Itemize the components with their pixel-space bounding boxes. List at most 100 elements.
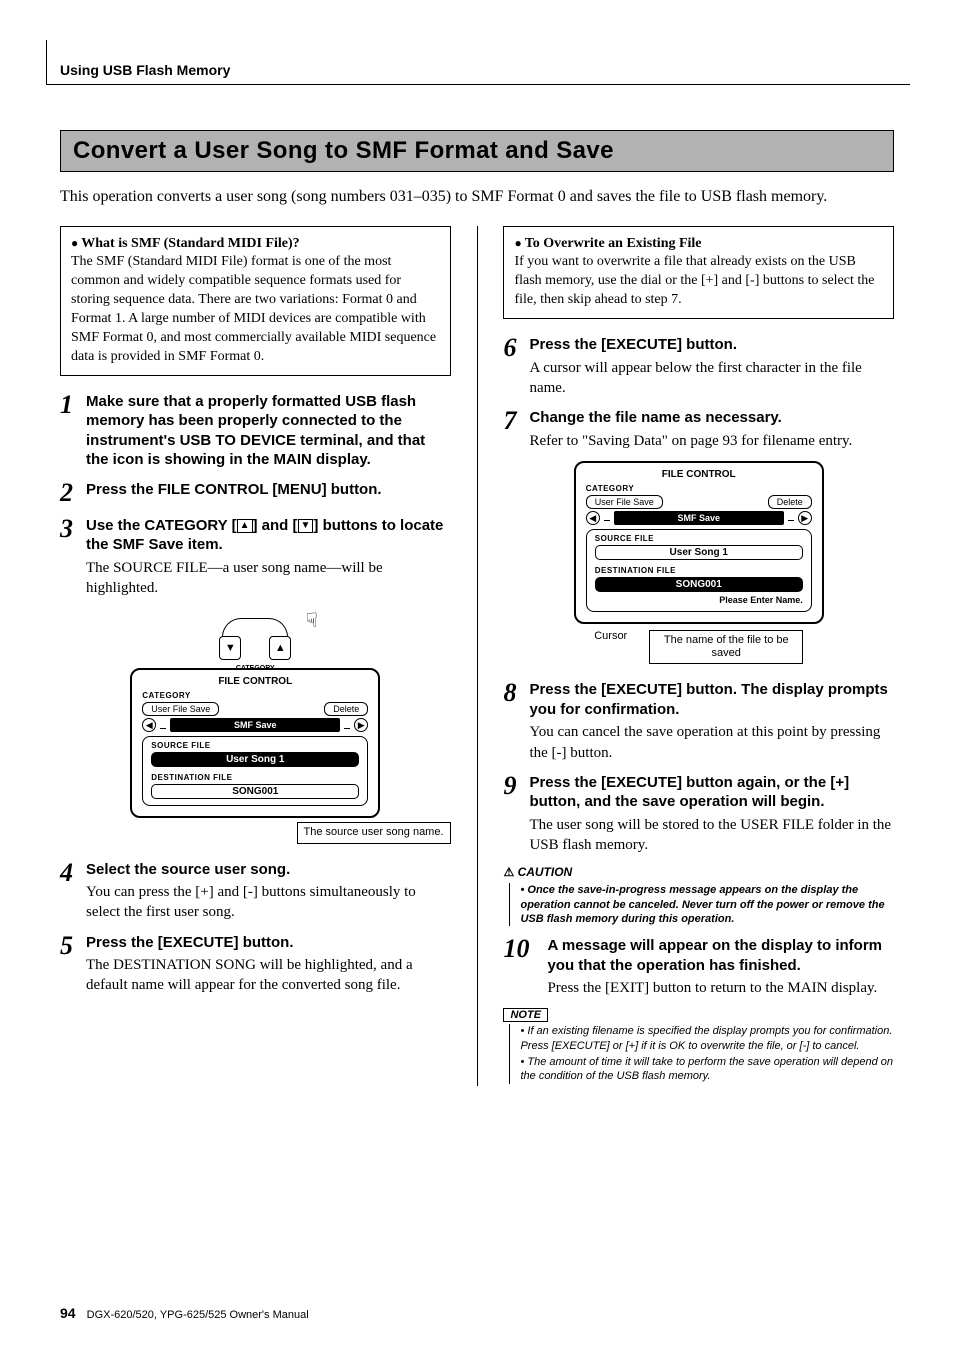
lcd-source-value: User Song 1 bbox=[595, 545, 803, 560]
lcd-title: FILE CONTROL bbox=[142, 676, 368, 687]
smf-info-box: What is SMF (Standard MIDI File)? The SM… bbox=[60, 226, 451, 376]
lcd-left-arrow-icon: ◀ bbox=[586, 511, 600, 525]
step-number: 7 bbox=[503, 408, 523, 451]
step-5: 5 Press the [EXECUTE] button. The DESTIN… bbox=[60, 933, 451, 996]
page-content: Convert a User Song to SMF Format and Sa… bbox=[60, 130, 894, 1086]
step-head: Press the [EXECUTE] button. bbox=[529, 335, 894, 355]
lcd-title: FILE CONTROL bbox=[586, 469, 812, 480]
arc-line bbox=[222, 618, 288, 637]
step-text: A cursor will appear below the first cha… bbox=[529, 358, 894, 399]
step-number: 2 bbox=[60, 480, 80, 506]
step-head-a: Use the CATEGORY [ bbox=[86, 517, 237, 534]
lcd-source-value: User Song 1 bbox=[151, 752, 359, 767]
caution-item: Once the save-in-progress message appear… bbox=[520, 883, 894, 926]
step-9: 9 Press the [EXECUTE] button again, or t… bbox=[503, 773, 894, 856]
buttons-illustration: ☟ ▼ ▲ CATEGORY bbox=[60, 608, 451, 660]
step-4: 4 Select the source user song. You can p… bbox=[60, 860, 451, 923]
caution-label: CAUTION bbox=[503, 865, 894, 881]
lcd-right-arrow-icon: ▶ bbox=[354, 718, 368, 732]
step-number: 4 bbox=[60, 860, 80, 923]
lcd-pill-right: Delete bbox=[324, 702, 368, 716]
right-column: To Overwrite an Existing File If you wan… bbox=[503, 226, 894, 1086]
lcd-left-arrow-icon: ◀ bbox=[142, 718, 156, 732]
header-rule bbox=[46, 84, 910, 85]
step-head-b: ] and [ bbox=[253, 517, 298, 534]
lcd-prompt: Please Enter Name. bbox=[595, 595, 803, 605]
step-head: Press the FILE CONTROL [MENU] button. bbox=[86, 480, 451, 500]
left-column: What is SMF (Standard MIDI File)? The SM… bbox=[60, 226, 451, 1006]
lcd-center-item: SMF Save bbox=[614, 511, 784, 525]
overwrite-info-box: To Overwrite an Existing File If you wan… bbox=[503, 226, 894, 320]
step-10: 10 A message will appear on the display … bbox=[503, 936, 894, 998]
step-number: 1 bbox=[60, 392, 80, 470]
step-7: 7 Change the file name as necessary. Ref… bbox=[503, 408, 894, 451]
step-number: 6 bbox=[503, 335, 523, 398]
overwrite-box-body: If you want to overwrite a file that alr… bbox=[514, 253, 883, 310]
two-column-layout: What is SMF (Standard MIDI File)? The SM… bbox=[60, 226, 894, 1086]
step-head: Press the [EXECUTE] button. The display … bbox=[529, 680, 894, 719]
header-rule-vertical bbox=[46, 40, 47, 84]
lcd-screen-right: FILE CONTROL CATEGORY User File Save Del… bbox=[574, 461, 824, 624]
lcd-pill-left: User File Save bbox=[142, 702, 219, 716]
manual-title: DGX-620/520, YPG-625/525 Owner's Manual bbox=[87, 1309, 309, 1321]
step-number: 10 bbox=[503, 936, 541, 998]
lcd-screen-left: FILE CONTROL CATEGORY User File Save Del… bbox=[130, 668, 380, 818]
cursor-callout: Cursor bbox=[594, 630, 627, 643]
step-number: 5 bbox=[60, 933, 80, 996]
lcd-dest-label: DESTINATION FILE bbox=[595, 566, 803, 575]
step-6: 6 Press the [EXECUTE] button. A cursor w… bbox=[503, 335, 894, 398]
step-text: The DESTINATION SONG will be highlighted… bbox=[86, 955, 451, 996]
category-up-icon: ▲ bbox=[237, 519, 253, 533]
hand-pointer-icon: ☟ bbox=[306, 608, 318, 633]
column-divider bbox=[477, 226, 478, 1086]
step-text: The SOURCE FILE—a user song name—will be… bbox=[86, 558, 451, 599]
note-item-1: If an existing filename is specified the… bbox=[520, 1024, 894, 1053]
lcd-center-item: SMF Save bbox=[170, 718, 340, 732]
category-down-icon: ▼ bbox=[298, 519, 314, 533]
lcd-pill-right: Delete bbox=[768, 495, 812, 509]
step-head: Use the CATEGORY [▲] and [▼] buttons to … bbox=[86, 516, 451, 555]
note-block: NOTE If an existing filename is specifie… bbox=[503, 1008, 894, 1083]
step-2: 2 Press the FILE CONTROL [MENU] button. bbox=[60, 480, 451, 506]
step-number: 3 bbox=[60, 516, 80, 599]
step-8: 8 Press the [EXECUTE] button. The displa… bbox=[503, 680, 894, 763]
smf-box-body: The SMF (Standard MIDI File) format is o… bbox=[71, 253, 440, 366]
figure-category-buttons: ☟ ▼ ▲ CATEGORY FILE CONTROL CATEGORY Use… bbox=[60, 608, 451, 843]
step-text: Refer to "Saving Data" on page 93 for fi… bbox=[529, 431, 894, 451]
lcd-pill-left: User File Save bbox=[586, 495, 663, 509]
caution-block: CAUTION Once the save-in-progress messag… bbox=[503, 865, 894, 926]
category-down-button: ▼ bbox=[219, 636, 241, 660]
step-1: 1 Make sure that a properly formatted US… bbox=[60, 392, 451, 470]
lcd-dest-value: SONG001 bbox=[151, 784, 359, 799]
lcd-dest-label: DESTINATION FILE bbox=[151, 773, 359, 782]
lcd-source-label: SOURCE FILE bbox=[595, 534, 803, 543]
note-label: NOTE bbox=[503, 1008, 548, 1022]
filename-callout: The name of the file to be saved bbox=[649, 630, 803, 664]
step-head: Press the [EXECUTE] button again, or the… bbox=[529, 773, 894, 812]
step-head: Press the [EXECUTE] button. bbox=[86, 933, 451, 953]
step-head: Change the file name as necessary. bbox=[529, 408, 894, 428]
running-head: Using USB Flash Memory bbox=[60, 62, 230, 78]
step-text: You can cancel the save operation at thi… bbox=[529, 722, 894, 763]
section-intro: This operation converts a user song (son… bbox=[60, 186, 894, 208]
category-up-button: ▲ bbox=[269, 636, 291, 660]
page-footer: 94 DGX-620/520, YPG-625/525 Owner's Manu… bbox=[60, 1305, 309, 1321]
figure-lcd-right: FILE CONTROL CATEGORY User File Save Del… bbox=[503, 461, 894, 664]
overwrite-box-title: To Overwrite an Existing File bbox=[514, 235, 883, 254]
lcd-source-label: SOURCE FILE bbox=[151, 741, 359, 750]
step-text: The user song will be stored to the USER… bbox=[529, 815, 894, 856]
step-number: 9 bbox=[503, 773, 523, 856]
lcd-cat-label: CATEGORY bbox=[142, 691, 368, 700]
page-number: 94 bbox=[60, 1305, 76, 1321]
lcd-right-arrow-icon: ▶ bbox=[798, 511, 812, 525]
figure-callout-left: The source user song name. bbox=[297, 822, 451, 843]
lcd-cat-label: CATEGORY bbox=[586, 484, 812, 493]
note-item-2: The amount of time it will take to perfo… bbox=[520, 1055, 894, 1084]
step-head: Make sure that a properly formatted USB … bbox=[86, 392, 451, 470]
step-text: You can press the [+] and [-] buttons si… bbox=[86, 882, 451, 923]
step-3: 3 Use the CATEGORY [▲] and [▼] buttons t… bbox=[60, 516, 451, 599]
step-head: A message will appear on the display to … bbox=[547, 936, 894, 975]
section-title: Convert a User Song to SMF Format and Sa… bbox=[60, 130, 894, 172]
smf-box-title: What is SMF (Standard MIDI File)? bbox=[71, 235, 440, 254]
lcd-dest-value: SONG001 bbox=[595, 577, 803, 592]
